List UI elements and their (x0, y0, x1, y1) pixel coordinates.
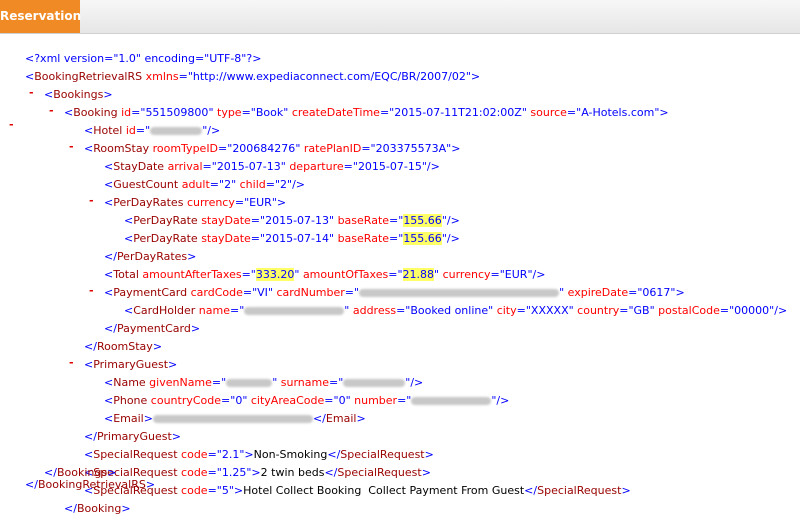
cardholder-tag: <CardHolder name=" " address="Booked onli… (124, 304, 788, 317)
paymentcard-close-tag: </PaymentCard> (104, 322, 201, 335)
redacted-card-number (359, 289, 560, 297)
booking-open-tag: <Booking id="551509800" type="Book" crea… (64, 106, 669, 119)
highlight-base-rate: 155.66 (403, 214, 442, 227)
redacted-email (152, 415, 313, 423)
root-open-tag: <BookingRetrievalRS xmlns="http://www.ex… (25, 70, 481, 83)
xml-declaration: <?xml version="1.0" encoding="UTF-8"?> (25, 50, 261, 68)
specialrequest-tag: <SpecialRequest code="2.1">Non-Smoking</… (84, 448, 434, 461)
perdayrate-tag: <PerDayRate stayDate="2015-07-13" baseRa… (124, 214, 460, 227)
tab-reservation[interactable]: Reservation (0, 0, 81, 33)
bookings-open-tag: <Bookings> (44, 88, 113, 101)
collapse-toggle-perdayrates[interactable]: - (89, 194, 94, 207)
collapse-toggle-root[interactable]: - (9, 118, 14, 131)
specialrequest-tag: <SpecialRequest code="5">Hotel Collect B… (84, 484, 631, 497)
guestcount-tag: <GuestCount adult="2" child="2"/> (104, 178, 306, 191)
hotel-tag: <Hotel id=" "/> (84, 124, 221, 137)
highlight-amount-after-taxes: 333.20 (255, 268, 295, 281)
primaryguest-close-tag: </PrimaryGuest> (84, 430, 181, 443)
redacted-hotel-id (150, 127, 203, 135)
roomstay-close-tag: </RoomStay> (84, 340, 163, 353)
xml-decl-text: <?xml version="1.0" encoding="UTF-8"?> (25, 52, 262, 65)
redacted-surname (343, 379, 406, 387)
collapse-toggle-bookings[interactable]: - (29, 86, 34, 99)
root-close-tag: </BookingRetrievalRS> (25, 478, 156, 491)
staydate-tag: <StayDate arrival="2015-07-13" departure… (104, 160, 440, 173)
collapse-toggle-primaryguest[interactable]: - (69, 356, 74, 369)
perdayrates-close-tag: </PerDayRates> (104, 250, 197, 263)
phone-tag: <Phone countryCode="0" cityAreaCode="0" … (104, 394, 510, 407)
paymentcard-open-tag: <PaymentCard cardCode="VI" cardNumber=" "… (104, 286, 685, 299)
highlight-base-rate: 155.66 (403, 232, 442, 245)
roomstay-open-tag: <RoomStay roomTypeID="200684276" ratePla… (84, 142, 461, 155)
redacted-cardholder-name (244, 307, 345, 315)
tab-bar: Reservation (0, 0, 800, 34)
name-tag: <Name givenName=" " surname=" "/> (104, 376, 424, 389)
total-tag: <Total amountAfterTaxes="333.20" amountO… (104, 268, 546, 281)
collapse-toggle-paymentcard[interactable]: - (89, 284, 94, 297)
primaryguest-open-tag: <PrimaryGuest> (84, 358, 178, 371)
perdayrate-tag: <PerDayRate stayDate="2015-07-14" baseRa… (124, 232, 460, 245)
booking-close-tag: </Booking> (64, 502, 131, 515)
redacted-given-name (226, 379, 273, 387)
collapse-toggle-roomstay[interactable]: - (69, 140, 74, 153)
perdayrates-open-tag: <PerDayRates currency="EUR"> (104, 196, 287, 209)
email-tag: <Email> </Email> (104, 412, 366, 425)
collapse-toggle-booking[interactable]: - (49, 104, 54, 117)
redacted-phone-number (411, 397, 492, 405)
highlight-amount-of-taxes: 21.88 (402, 268, 435, 281)
